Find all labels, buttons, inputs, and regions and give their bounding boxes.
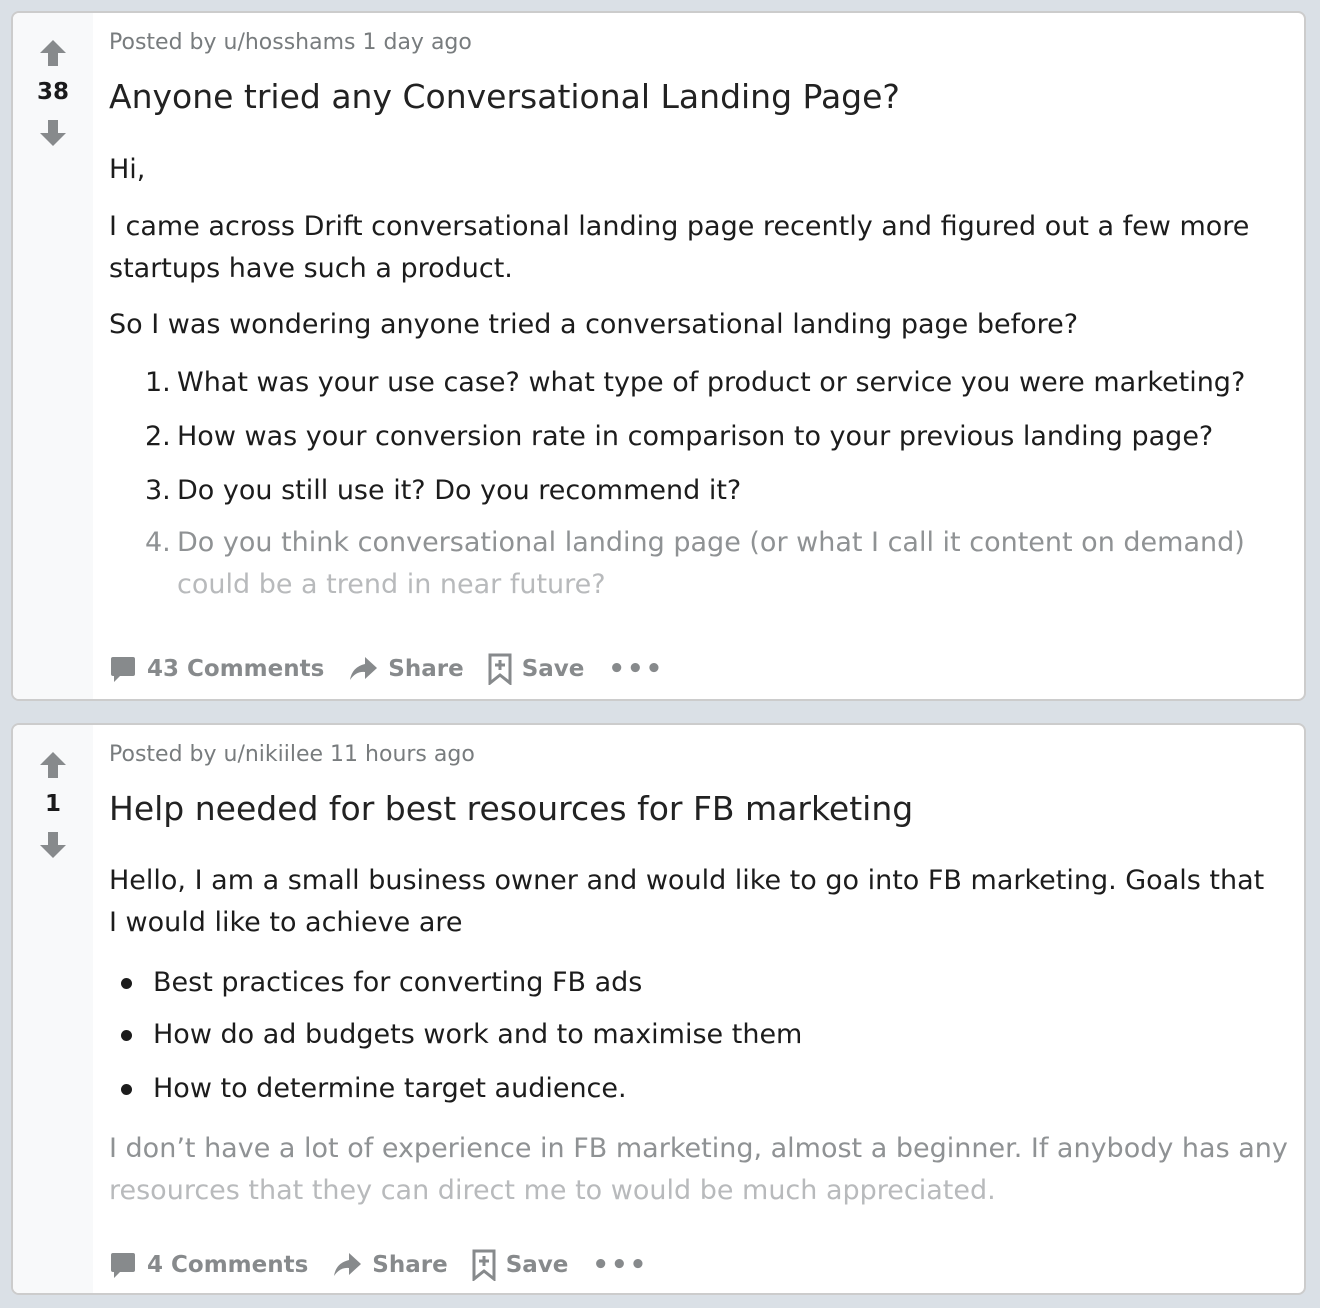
save-button[interactable]: Save: [488, 653, 585, 685]
list-item: 3. Do you still use it? Do you recommend…: [145, 470, 1280, 512]
list-item: Best practices for converting FB ads: [109, 962, 1280, 1004]
post-card[interactable]: 1 Posted by u/nikiilee 11 hours ago Help…: [11, 723, 1306, 1295]
list-number: 4.: [145, 527, 171, 558]
post-meta[interactable]: Posted by u/nikiilee 11 hours ago: [109, 742, 475, 767]
list-number: 3.: [145, 475, 171, 506]
share-label: Share: [372, 1252, 448, 1278]
vote-column: 1: [13, 725, 93, 1293]
list-item: 2. How was your conversion rate in compa…: [145, 416, 1280, 458]
list-text: How was your conversion rate in comparis…: [177, 421, 1214, 452]
post-paragraph: resources that they can direct me to wou…: [109, 1175, 996, 1206]
share-button[interactable]: Share: [332, 1251, 448, 1279]
list-text: How to determine target audience.: [153, 1073, 627, 1104]
bullet: [121, 1084, 132, 1095]
post-paragraph: Hello, I am a small business owner and w…: [109, 865, 1265, 938]
list-text: What was your use case? what type of pro…: [177, 367, 1246, 398]
more-options-icon[interactable]: •••: [592, 1252, 648, 1278]
vote-score: 38: [36, 79, 69, 105]
save-label: Save: [521, 656, 585, 682]
comment-bubble-icon: [111, 657, 135, 682]
list-item: How do ad budgets work and to maximise t…: [109, 1014, 1280, 1056]
list-text: Do you still use it? Do you recommend it…: [177, 475, 742, 506]
list-text: Best practices for converting FB ads: [153, 967, 643, 998]
bullet: [121, 1030, 132, 1041]
bullet: [121, 978, 132, 989]
comments-label: 4 Comments: [147, 1252, 309, 1278]
list-text: How do ad budgets work and to maximise t…: [153, 1019, 803, 1050]
list-item: How to determine target audience.: [109, 1068, 1280, 1110]
save-label: Save: [505, 1252, 569, 1278]
share-arrow-icon: [350, 657, 378, 680]
post-paragraph: So I was wondering anyone tried a conver…: [109, 309, 1079, 340]
list-item: 1. What was your use case? what type of …: [145, 362, 1280, 404]
list-text: Do you think conversational landing page…: [177, 527, 1245, 558]
post-title[interactable]: Anyone tried any Conversational Landing …: [109, 77, 900, 116]
post-actions: 4 Comments Share Save •••: [109, 1245, 672, 1285]
downvote-arrow-icon[interactable]: [37, 829, 69, 861]
post-paragraph: I don’t have a lot of experience in FB m…: [109, 1133, 1288, 1164]
post-paragraph: Hi,: [109, 154, 146, 185]
list-item: 4. Do you think conversational landing p…: [145, 522, 1280, 606]
downvote-arrow-icon[interactable]: [37, 117, 69, 149]
comments-label: 43 Comments: [147, 656, 325, 682]
post-meta[interactable]: Posted by u/hosshams 1 day ago: [109, 30, 472, 55]
vote-score: 1: [44, 791, 61, 817]
post-title[interactable]: Help needed for best resources for FB ma…: [109, 789, 913, 828]
vote-column: 38: [13, 13, 93, 699]
upvote-arrow-icon[interactable]: [37, 749, 69, 781]
list-text: could be a trend in near future?: [177, 569, 606, 600]
post-card[interactable]: 38 Posted by u/hosshams 1 day ago Anyone…: [11, 11, 1306, 701]
post-feed: 38 Posted by u/hosshams 1 day ago Anyone…: [0, 0, 1320, 1308]
bookmark-plus-icon: [472, 1249, 496, 1281]
share-arrow-icon: [334, 1253, 362, 1276]
comments-button[interactable]: 4 Comments: [109, 1251, 308, 1279]
bookmark-plus-icon: [488, 653, 512, 685]
upvote-arrow-icon[interactable]: [37, 37, 69, 69]
save-button[interactable]: Save: [472, 1249, 569, 1281]
share-label: Share: [388, 656, 464, 682]
comment-bubble-icon: [111, 1253, 135, 1278]
more-options-icon[interactable]: •••: [608, 656, 664, 682]
post-paragraph: I came across Drift conversational landi…: [109, 211, 1250, 284]
post-actions: 43 Comments Share Save •••: [109, 649, 688, 689]
list-number: 2.: [145, 421, 171, 452]
list-number: 1.: [145, 367, 171, 398]
comments-button[interactable]: 43 Comments: [109, 655, 324, 683]
share-button[interactable]: Share: [348, 655, 464, 683]
